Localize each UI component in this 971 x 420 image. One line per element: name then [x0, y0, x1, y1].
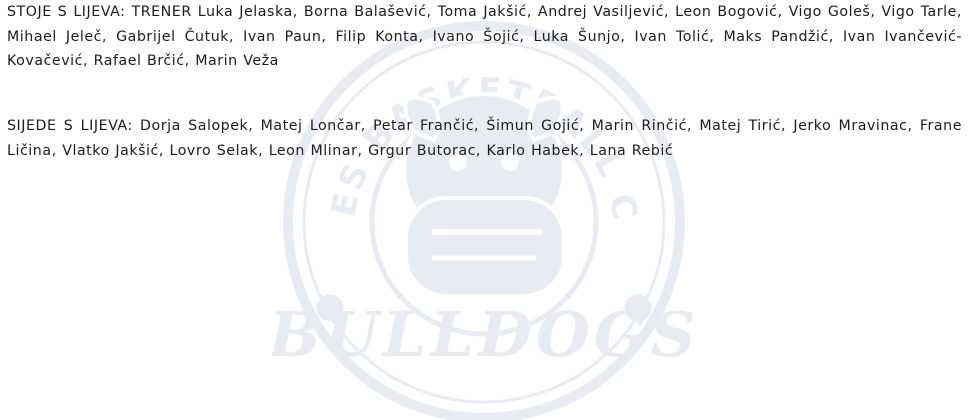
document-page: ROSES BASKETBALL CLUB BULLDOGS STOJE S L…	[0, 0, 971, 420]
standing-players-caption: STOJE S LIJEVA: TRENER Luka Jelaska, Bor…	[7, 4, 962, 69]
logo-banner-text: BULLDOGS	[272, 298, 696, 371]
sitting-players-caption: SIJEDE S LIJEVA: Dorja Salopek, Matej Lo…	[7, 118, 962, 159]
